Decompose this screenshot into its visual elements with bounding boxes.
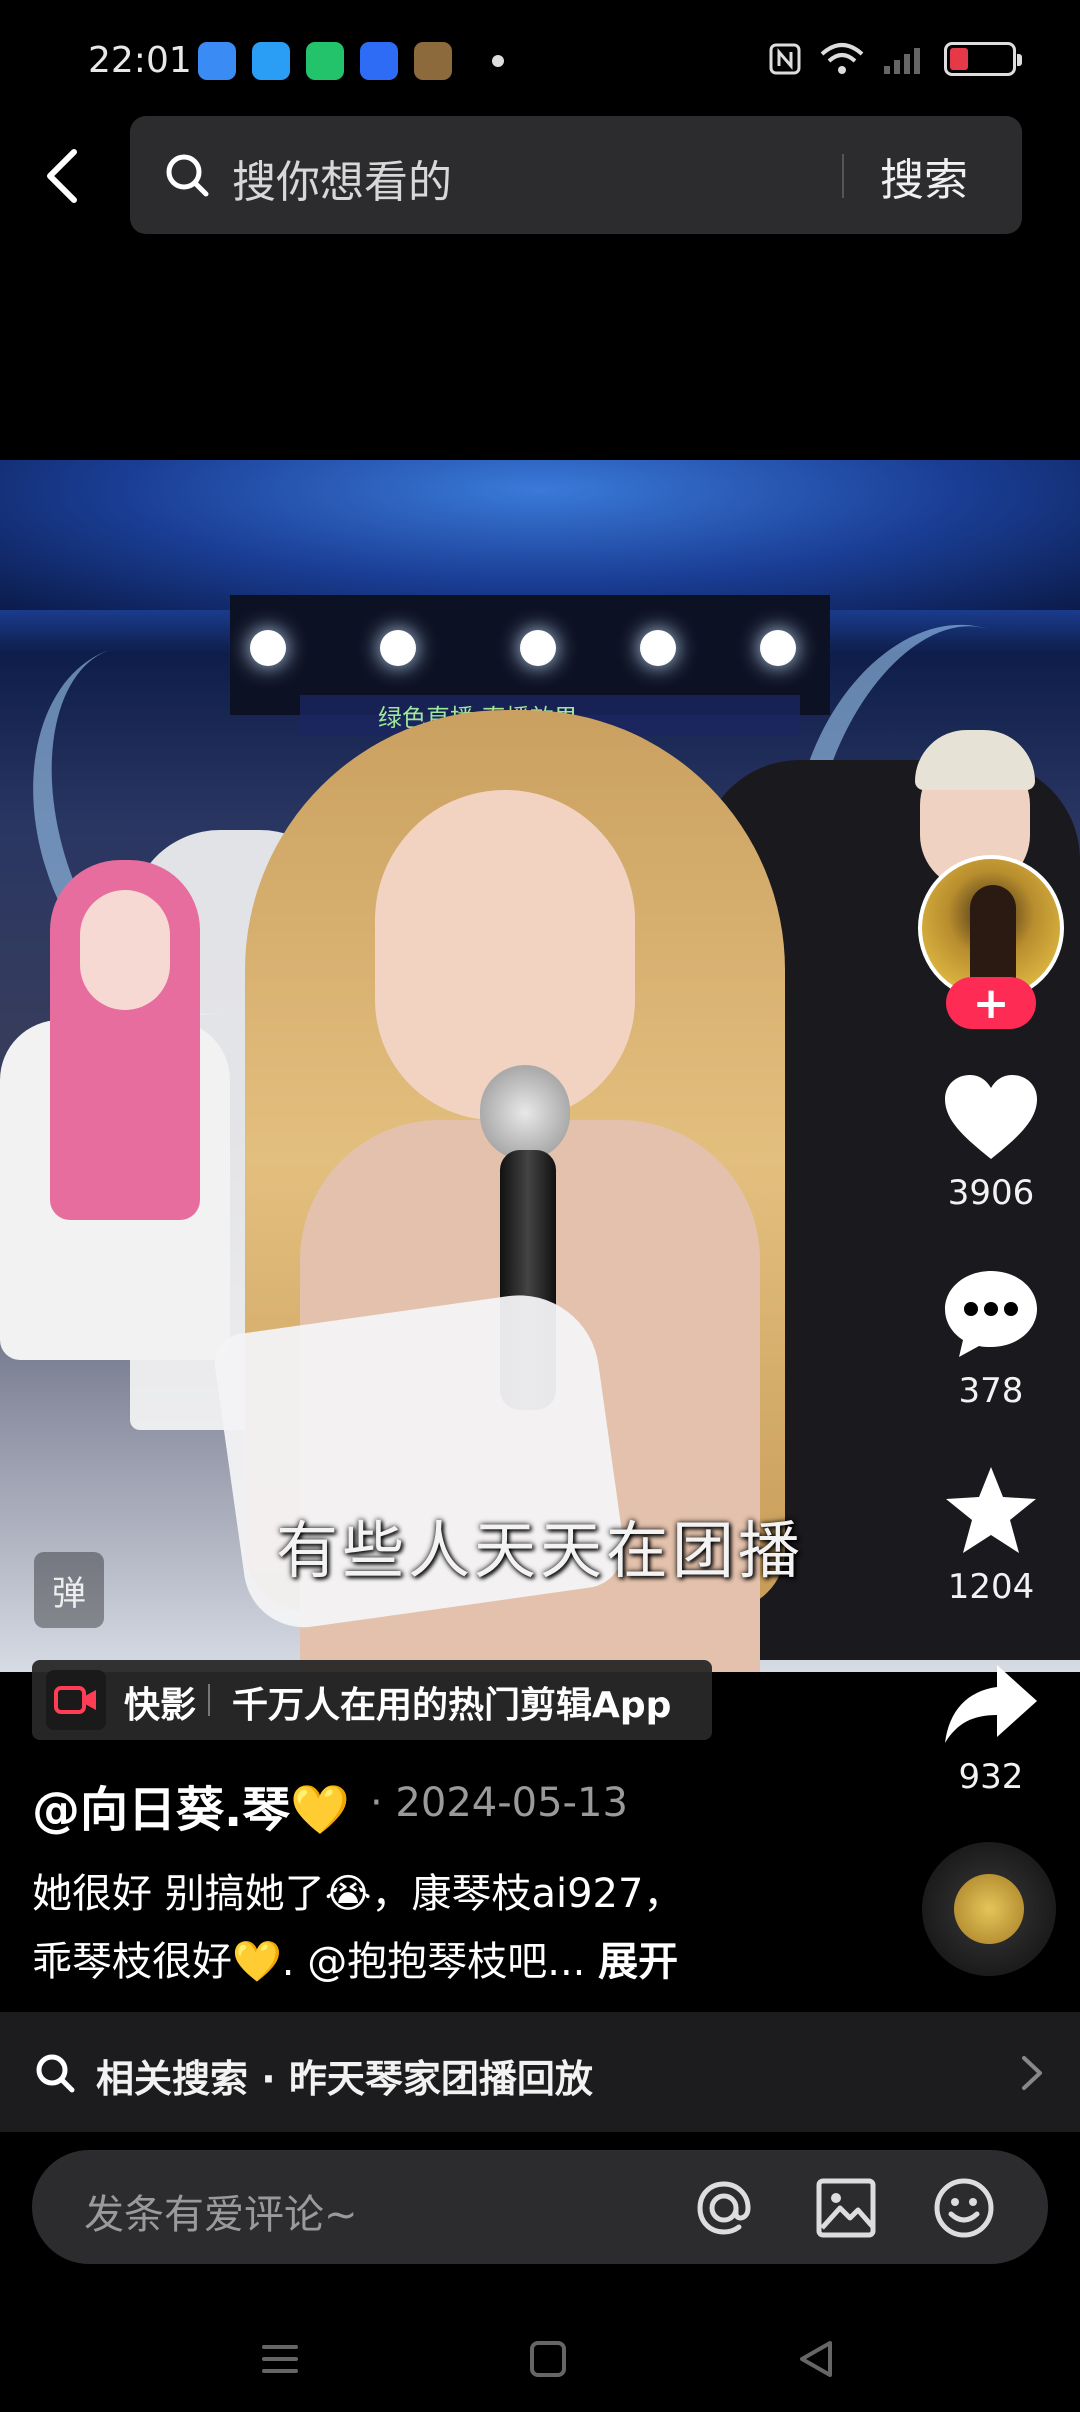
expand-link[interactable]: 展开 — [598, 1939, 678, 1985]
chevron-right-icon — [1020, 2054, 1044, 2096]
star-icon — [946, 1467, 1036, 1553]
post-date: · 2024-05-13 — [370, 1780, 628, 1826]
status-time: 22:01 — [88, 40, 192, 81]
menu-nav-icon[interactable] — [250, 2334, 310, 2384]
status-app-icons — [198, 42, 504, 80]
comment-bubble-icon — [945, 1271, 1037, 1357]
danmaku-tag[interactable]: 弹 — [34, 1552, 104, 1628]
pink-hair-girl-face — [80, 890, 170, 1010]
stage-backdrop — [0, 460, 1080, 610]
stage-light — [520, 630, 556, 666]
stage-light — [640, 630, 676, 666]
status-indicators — [768, 42, 1022, 76]
like-count: 3906 — [947, 1173, 1035, 1213]
like-button[interactable]: 3906 — [906, 1073, 1076, 1213]
kuaiying-logo-icon — [46, 1670, 106, 1730]
related-search-bar[interactable]: 相关搜索 · 昨天琴家团播回放 — [0, 2012, 1080, 2132]
back-nav-icon[interactable] — [786, 2334, 846, 2384]
ad-divider — [208, 1684, 210, 1716]
follow-button[interactable]: + — [946, 977, 1036, 1029]
wifi-icon — [820, 43, 864, 74]
stage-light — [760, 630, 796, 666]
status-bar: 22:01 — [0, 0, 1080, 120]
search-divider — [842, 154, 844, 198]
related-search-text: 相关搜索 · 昨天琴家团播回放 — [96, 2057, 593, 2101]
system-nav-bar — [0, 2300, 1080, 2412]
chevron-left-icon — [47, 149, 77, 203]
caption-line-2-text: 乖琴枝很好💛. @抱抱琴枝吧... — [32, 1939, 586, 1985]
signal-icon — [884, 48, 920, 74]
search-bar[interactable]: 搜你想看的 搜索 — [130, 116, 1022, 234]
search-icon — [34, 2052, 76, 2098]
ad-brand: 快影 — [124, 1685, 197, 1726]
battery-icon — [944, 42, 1022, 76]
caption-line-2: 乖琴枝很好💛. @抱抱琴枝吧... 展开 — [32, 1928, 852, 1996]
emoji-icon[interactable] — [932, 2176, 996, 2240]
search-icon — [164, 152, 210, 202]
share-count: 932 — [958, 1757, 1024, 1797]
nfc-icon — [769, 43, 801, 75]
search-button[interactable]: 搜索 — [880, 144, 968, 208]
browser-app-icon — [252, 42, 290, 80]
image-icon[interactable] — [814, 2176, 878, 2240]
heart-icon — [945, 1075, 1037, 1159]
music-disc[interactable] — [922, 1842, 1056, 1976]
music-disc-cover — [954, 1874, 1024, 1944]
baidu-app-icon — [360, 42, 398, 80]
comment-count: 378 — [958, 1371, 1024, 1411]
comment-input[interactable]: 发条有爱评论~ — [84, 2182, 358, 2240]
battery-app-icon — [306, 42, 344, 80]
game-app-icon — [414, 42, 452, 80]
stage-light — [380, 630, 416, 666]
comment-input-bar[interactable]: 发条有爱评论~ — [32, 2150, 1048, 2264]
post-caption[interactable]: 她很好 别搞她了😭，康琴枝ai927， 乖琴枝很好💛. @抱抱琴枝吧... 展开 — [32, 1860, 852, 1996]
share-arrow-icon — [945, 1665, 1037, 1743]
author-name[interactable]: @向日葵.琴💛 — [32, 1770, 350, 1840]
ad-text: 千万人在用的热门剪辑App — [232, 1685, 672, 1726]
share-button[interactable]: 932 — [906, 1661, 1076, 1797]
home-nav-icon[interactable] — [518, 2334, 578, 2384]
back-button[interactable] — [30, 140, 94, 212]
ad-banner[interactable]: 快影 千万人在用的热门剪辑App — [32, 1660, 712, 1740]
favorite-count: 1204 — [947, 1567, 1035, 1607]
notification-dot — [492, 55, 504, 67]
search-input[interactable]: 搜你想看的 — [232, 146, 452, 210]
at-mention-icon[interactable] — [692, 2176, 756, 2240]
stage-light — [250, 630, 286, 666]
microphone-head — [480, 1065, 570, 1160]
avatar-person — [970, 885, 1016, 985]
favorite-button[interactable]: 1204 — [906, 1463, 1076, 1607]
battery-fill — [950, 48, 968, 70]
comment-button[interactable]: 378 — [906, 1267, 1076, 1411]
caption-line-1: 她很好 别搞她了😭，康琴枝ai927， — [32, 1871, 684, 1917]
weather-app-icon — [198, 42, 236, 80]
